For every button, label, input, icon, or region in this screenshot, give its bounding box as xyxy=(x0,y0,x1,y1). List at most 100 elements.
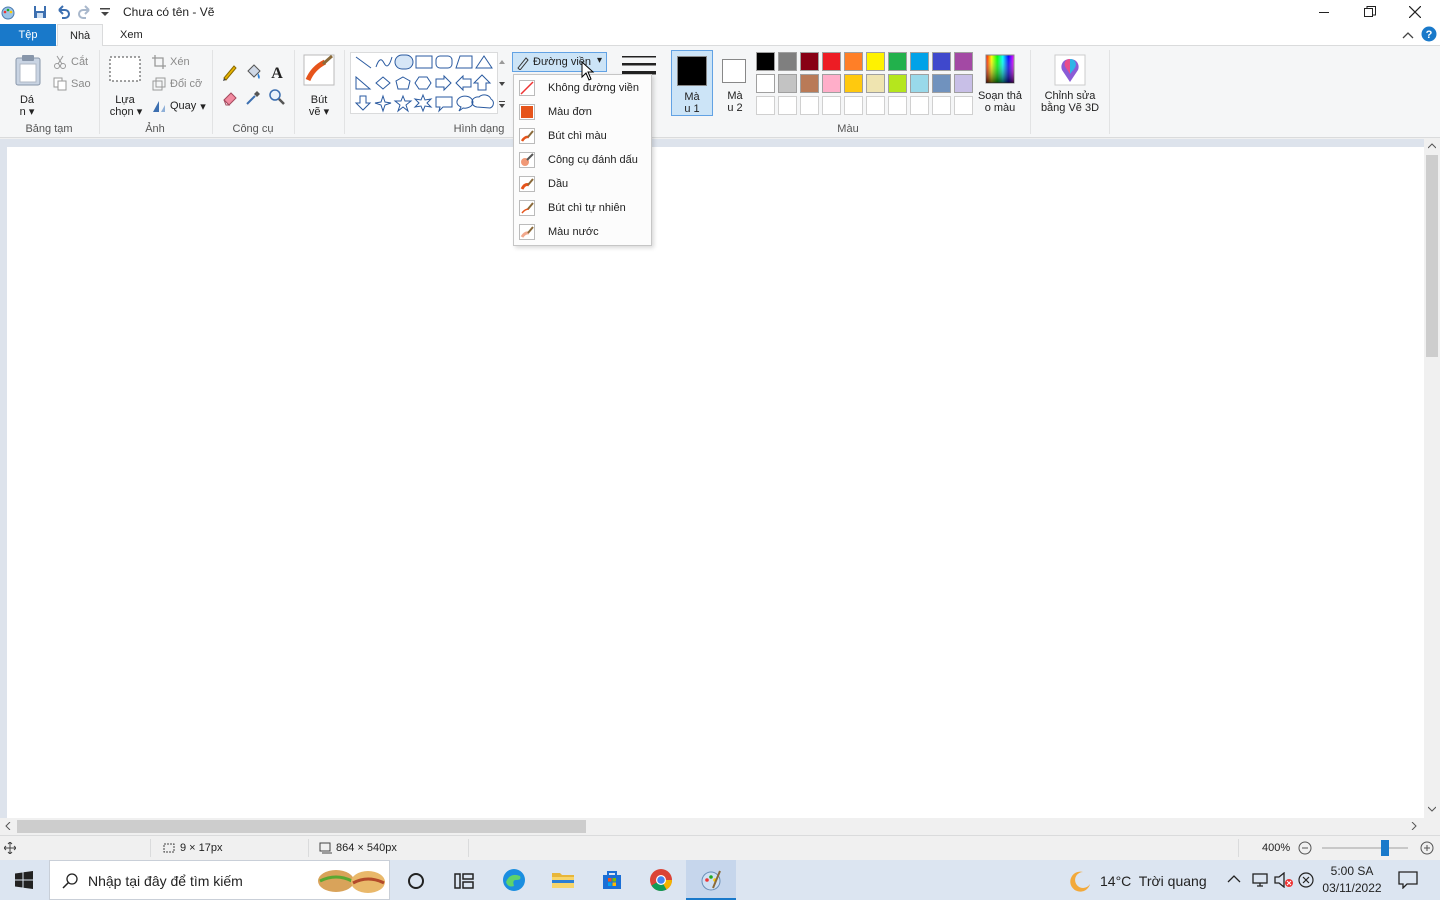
palette-swatch[interactable] xyxy=(800,74,819,93)
palette-swatch[interactable] xyxy=(778,52,797,71)
palette-swatch[interactable] xyxy=(888,74,907,93)
fill-bucket-icon[interactable] xyxy=(244,63,262,81)
resize-button[interactable]: Đổi cỡ xyxy=(152,77,202,91)
custom-color-slot[interactable] xyxy=(822,96,841,115)
eraser-icon[interactable] xyxy=(221,88,239,106)
undo-icon[interactable] xyxy=(55,4,71,20)
palette-swatch[interactable] xyxy=(844,52,863,71)
shapes-scroll-icon[interactable] xyxy=(498,56,506,112)
palette-swatch[interactable] xyxy=(910,74,929,93)
palette-swatch[interactable] xyxy=(866,52,885,71)
select-button[interactable]: Lựa chọn ▾ xyxy=(106,50,144,118)
paint-app-icon[interactable] xyxy=(0,4,16,20)
task-view-cortana-icon[interactable] xyxy=(406,871,426,891)
custom-color-slot[interactable] xyxy=(866,96,885,115)
horizontal-scrollbar[interactable] xyxy=(0,818,1424,835)
palette-swatch[interactable] xyxy=(778,74,797,93)
taskbar-search-box[interactable]: Nhập tại đây để tìm kiếm xyxy=(49,860,390,900)
outline-option-watercolor[interactable]: Màu nước xyxy=(514,220,651,244)
taskbar-paint-active[interactable] xyxy=(686,860,736,900)
tab-view[interactable]: Xem xyxy=(108,24,155,46)
save-icon[interactable] xyxy=(32,4,48,20)
task-view-icon[interactable] xyxy=(454,871,474,891)
redo-icon[interactable] xyxy=(77,4,93,20)
help-icon[interactable]: ? xyxy=(1421,26,1437,42)
zoom-out-icon[interactable] xyxy=(1298,841,1312,855)
customize-qat-icon[interactable] xyxy=(97,4,113,20)
minimize-button[interactable] xyxy=(1301,0,1347,24)
custom-color-slot[interactable] xyxy=(800,96,819,115)
copy-button[interactable]: Sao xyxy=(53,77,91,91)
restore-button[interactable] xyxy=(1347,0,1393,24)
pencil-icon[interactable] xyxy=(221,63,239,81)
windows-start-icon[interactable] xyxy=(15,871,33,889)
text-icon[interactable]: A xyxy=(268,63,286,81)
outline-option-crayon[interactable]: Bút chì màu xyxy=(514,124,651,148)
vertical-scroll-thumb[interactable] xyxy=(1426,155,1438,357)
palette-swatch[interactable] xyxy=(932,74,951,93)
scroll-down-icon[interactable] xyxy=(1428,806,1436,812)
dismiss-circle-icon[interactable] xyxy=(1298,872,1314,888)
tab-home[interactable]: Nhà xyxy=(57,24,104,47)
microsoft-store-icon[interactable] xyxy=(600,868,624,892)
vertical-scrollbar[interactable] xyxy=(1424,139,1440,818)
outline-option-solid[interactable]: Màu đơn xyxy=(514,100,651,124)
custom-color-slot[interactable] xyxy=(888,96,907,115)
palette-swatch[interactable] xyxy=(910,52,929,71)
chevron-up-icon[interactable] xyxy=(1227,874,1241,884)
outline-option-marker[interactable]: Công cụ đánh dấu xyxy=(514,148,651,172)
outline-option-natural-pencil[interactable]: Bút chì tự nhiên xyxy=(514,196,651,220)
horizontal-scroll-thumb[interactable] xyxy=(17,820,586,833)
palette-swatch[interactable] xyxy=(756,52,775,71)
custom-color-slot[interactable] xyxy=(932,96,951,115)
edge-browser-icon[interactable] xyxy=(502,868,526,892)
volume-muted-icon[interactable] xyxy=(1274,872,1294,888)
palette-swatch[interactable] xyxy=(822,52,841,71)
palette-swatch[interactable] xyxy=(954,74,973,93)
close-button[interactable] xyxy=(1392,0,1438,24)
custom-color-slot[interactable] xyxy=(844,96,863,115)
tab-file[interactable]: Tệp xyxy=(0,24,56,46)
drawing-canvas[interactable] xyxy=(7,147,1424,818)
weather-text[interactable]: 14°C Trời quang xyxy=(1100,873,1207,889)
scroll-right-icon[interactable] xyxy=(1411,822,1417,830)
paint3d-button[interactable]: Chỉnh sửa bằng Vẽ 3D xyxy=(1035,50,1105,116)
palette-swatch[interactable] xyxy=(844,74,863,93)
zoom-slider[interactable] xyxy=(1322,840,1408,856)
palette-swatch[interactable] xyxy=(932,52,951,71)
color2-button[interactable]: Mà u 2 xyxy=(715,50,755,116)
clock-time[interactable]: 5:00 SA xyxy=(1322,864,1382,878)
palette-swatch[interactable] xyxy=(756,74,775,93)
shapes-gallery[interactable] xyxy=(350,52,498,114)
color1-button[interactable]: Mà u 1 xyxy=(671,50,713,116)
notifications-icon[interactable] xyxy=(1398,871,1418,889)
collapse-ribbon-icon[interactable] xyxy=(1402,30,1414,40)
scroll-left-icon[interactable] xyxy=(5,822,11,830)
zoom-slider-thumb[interactable] xyxy=(1380,840,1389,856)
file-explorer-icon[interactable] xyxy=(551,868,575,892)
custom-color-slot[interactable] xyxy=(778,96,797,115)
palette-swatch[interactable] xyxy=(888,52,907,71)
magnifier-icon[interactable] xyxy=(268,88,286,106)
custom-color-slot[interactable] xyxy=(954,96,973,115)
brushes-button[interactable]: Bút vẽ ▾ xyxy=(300,50,338,118)
custom-color-slot[interactable] xyxy=(756,96,775,115)
color-picker-icon[interactable] xyxy=(244,88,262,106)
outline-option-oil[interactable]: Dầu xyxy=(514,172,651,196)
custom-color-slot[interactable] xyxy=(910,96,929,115)
chrome-icon[interactable] xyxy=(649,868,673,892)
zoom-in-icon[interactable] xyxy=(1420,841,1434,855)
scroll-up-icon[interactable] xyxy=(1428,143,1436,149)
palette-swatch[interactable] xyxy=(800,52,819,71)
clock-date[interactable]: 03/11/2022 xyxy=(1318,881,1386,895)
rotate-button[interactable]: Quay ▾ xyxy=(152,99,206,113)
weather-moon-icon[interactable] xyxy=(1068,869,1092,893)
palette-swatch[interactable] xyxy=(822,74,841,93)
palette-swatch[interactable] xyxy=(866,74,885,93)
cut-button[interactable]: Cắt xyxy=(53,55,88,69)
palette-swatch[interactable] xyxy=(954,52,973,71)
crop-button[interactable]: Xén xyxy=(152,55,190,69)
network-icon[interactable] xyxy=(1251,872,1269,888)
edit-colors-button[interactable]: Soạn thả o màu xyxy=(976,50,1024,116)
paste-button[interactable]: Dá n ▾ xyxy=(8,50,46,118)
